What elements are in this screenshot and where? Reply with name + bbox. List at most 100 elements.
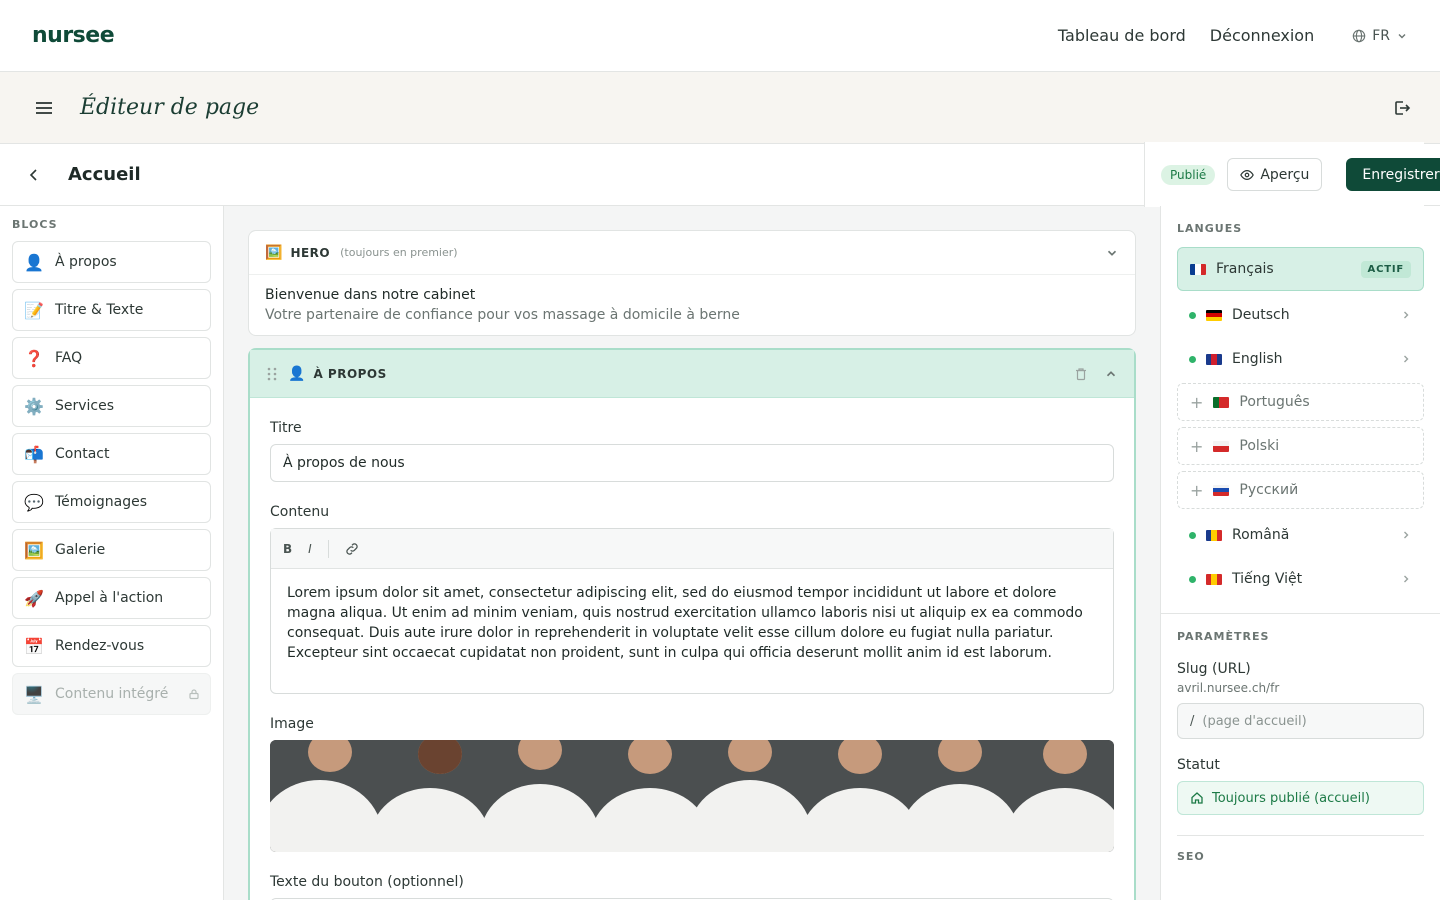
chevron-up-icon[interactable] xyxy=(1104,367,1118,381)
eye-icon xyxy=(1240,169,1255,180)
italic-button[interactable]: I xyxy=(308,542,312,556)
chevron-down-icon[interactable] xyxy=(1105,246,1119,260)
block-item-gallery[interactable]: 🖼️ Galerie xyxy=(12,529,211,571)
hero-block[interactable]: 🖼️ HERO (toujours en premier) Bienvenue … xyxy=(248,230,1136,336)
preview-button[interactable]: Aperçu xyxy=(1227,158,1323,191)
flag-de-icon xyxy=(1206,309,1222,321)
title-label: Titre xyxy=(270,420,302,436)
question-icon: ❓ xyxy=(24,348,44,368)
slug-prefix: / xyxy=(1190,713,1195,729)
language-item-vi[interactable]: Tiếng Việt xyxy=(1177,559,1424,599)
block-item-title-text[interactable]: 📝 Titre & Texte xyxy=(12,289,211,331)
chevron-right-icon xyxy=(1404,355,1409,363)
chevron-right-icon xyxy=(1404,575,1409,583)
block-item-appointments[interactable]: 📅 Rendez-vous xyxy=(12,625,211,667)
team-photo xyxy=(270,740,1114,852)
language-item-de[interactable]: Deutsch xyxy=(1177,295,1424,335)
flag-ru-icon xyxy=(1213,484,1230,496)
memo-icon: 📝 xyxy=(24,300,44,320)
hero-heading: Bienvenue dans notre cabinet xyxy=(265,287,476,303)
content-label: Contenu xyxy=(270,504,330,520)
language-item-pl[interactable]: + Polski xyxy=(1177,427,1424,465)
home-icon xyxy=(1191,792,1203,804)
active-badge: ACTIF xyxy=(1360,260,1411,278)
about-image[interactable] xyxy=(270,740,1114,852)
link-icon[interactable] xyxy=(345,542,359,556)
language-item-ru[interactable]: + Русский xyxy=(1177,471,1424,509)
rocket-icon: 🚀 xyxy=(24,588,44,608)
sidebar-divider xyxy=(1161,613,1440,614)
calendar-icon: 📅 xyxy=(24,636,44,656)
language-item-fr[interactable]: Français ACTIF xyxy=(1177,247,1424,291)
language-dropdown[interactable]: FR xyxy=(1352,28,1408,44)
editor-title: Éditeur de page xyxy=(80,95,260,120)
save-button[interactable]: Enregistrer xyxy=(1346,158,1440,191)
dashboard-link[interactable]: Tableau de bord xyxy=(1058,26,1186,45)
about-block[interactable]: 👤 À PROPOS Titre À propos de nous Conten… xyxy=(248,348,1136,900)
flag-fr-icon xyxy=(1190,263,1206,275)
block-item-contact[interactable]: 📬 Contact xyxy=(12,433,211,475)
exit-icon[interactable] xyxy=(1392,98,1412,118)
drag-handle-icon[interactable] xyxy=(266,367,278,381)
trash-icon[interactable] xyxy=(1074,367,1088,381)
image-field: Image xyxy=(250,716,1134,852)
flag-pl-icon xyxy=(1213,440,1230,452)
hero-block-header[interactable]: 🖼️ HERO (toujours en premier) xyxy=(249,231,1135,275)
chevron-right-icon xyxy=(1404,531,1409,539)
status-dot xyxy=(1189,311,1196,319)
top-links: Tableau de bord Déconnexion FR xyxy=(1058,26,1408,45)
menu-icon[interactable] xyxy=(34,98,54,118)
plus-icon: + xyxy=(1190,480,1204,500)
status-label: Statut xyxy=(1177,757,1220,773)
chevron-right-icon xyxy=(1404,311,1409,319)
slug-label: Slug (URL) xyxy=(1177,661,1251,677)
blocks-label: BLOCS xyxy=(12,218,58,231)
language-item-en[interactable]: English xyxy=(1177,339,1424,379)
picture-icon: 🖼️ xyxy=(24,540,44,560)
language-item-ro[interactable]: Română xyxy=(1177,515,1424,555)
status-dot xyxy=(1189,575,1196,583)
back-arrow-icon[interactable] xyxy=(26,167,42,183)
block-item-faq[interactable]: ❓ FAQ xyxy=(12,337,211,379)
hero-block-hint: (toujours en premier) xyxy=(340,246,458,259)
main-layout: BLOCS 👤 À propos 📝 Titre & Texte ❓ FAQ ⚙️ Se… xyxy=(0,206,1440,900)
hero-block-body: Bienvenue dans notre cabinet Votre parte… xyxy=(249,275,1135,335)
block-item-services[interactable]: ⚙️ Services xyxy=(12,385,211,427)
flag-vn-icon xyxy=(1206,573,1222,585)
content-textarea[interactable]: Lorem ipsum dolor sit amet, consectetur … xyxy=(271,569,1113,693)
language-item-pt[interactable]: + Português xyxy=(1177,383,1424,421)
picture-icon: 🖼️ xyxy=(265,244,283,261)
title-input[interactable]: À propos de nous xyxy=(270,444,1114,482)
bold-button[interactable]: B xyxy=(283,542,292,556)
settings-sidebar: LANGUES Français ACTIF Deutsch English +… xyxy=(1160,206,1440,900)
plus-icon: + xyxy=(1190,392,1204,412)
languages-label: LANGUES xyxy=(1177,222,1243,235)
page-title: Accueil xyxy=(68,164,141,185)
about-block-header[interactable]: 👤 À PROPOS xyxy=(250,350,1134,398)
content-field: Contenu B I Lorem ipsum dolor sit amet, … xyxy=(250,504,1134,694)
preview-label: Aperçu xyxy=(1260,166,1310,183)
gear-icon: ⚙️ xyxy=(24,396,44,416)
logo[interactable]: nursee xyxy=(32,23,115,48)
top-navigation: nursee Tableau de bord Déconnexion FR xyxy=(0,0,1440,72)
status-dot xyxy=(1189,355,1196,363)
hero-subtitle: Votre partenaire de confiance pour vos m… xyxy=(265,307,740,323)
editor-bar: Éditeur de page xyxy=(0,72,1440,144)
slug-domain: avril.nursee.ch/fr xyxy=(1177,681,1280,695)
block-item-about[interactable]: 👤 À propos xyxy=(12,241,211,283)
logout-link[interactable]: Déconnexion xyxy=(1210,26,1314,45)
flag-gb-icon xyxy=(1206,353,1222,365)
block-item-testimonials[interactable]: 💬 Témoignages xyxy=(12,481,211,523)
block-item-call-to-action[interactable]: 🚀 Appel à l'action xyxy=(12,577,211,619)
status-badge: Publié xyxy=(1161,164,1216,185)
toolbar-divider xyxy=(327,539,329,558)
button-text-label: Texte du bouton (optionnel) xyxy=(270,874,464,890)
user-icon: 👤 xyxy=(288,365,306,382)
params-label: PARAMÈTRES xyxy=(1177,630,1270,643)
globe-icon xyxy=(1352,29,1366,42)
image-label: Image xyxy=(270,716,314,732)
speech-bubble-icon: 💬 xyxy=(24,492,44,512)
blocks-sidebar: BLOCS 👤 À propos 📝 Titre & Texte ❓ FAQ ⚙️ Se… xyxy=(0,206,224,900)
button-text-field: Texte du bouton (optionnel) xyxy=(250,874,1134,900)
slug-input[interactable]: / (page d'accueil) xyxy=(1177,703,1424,739)
